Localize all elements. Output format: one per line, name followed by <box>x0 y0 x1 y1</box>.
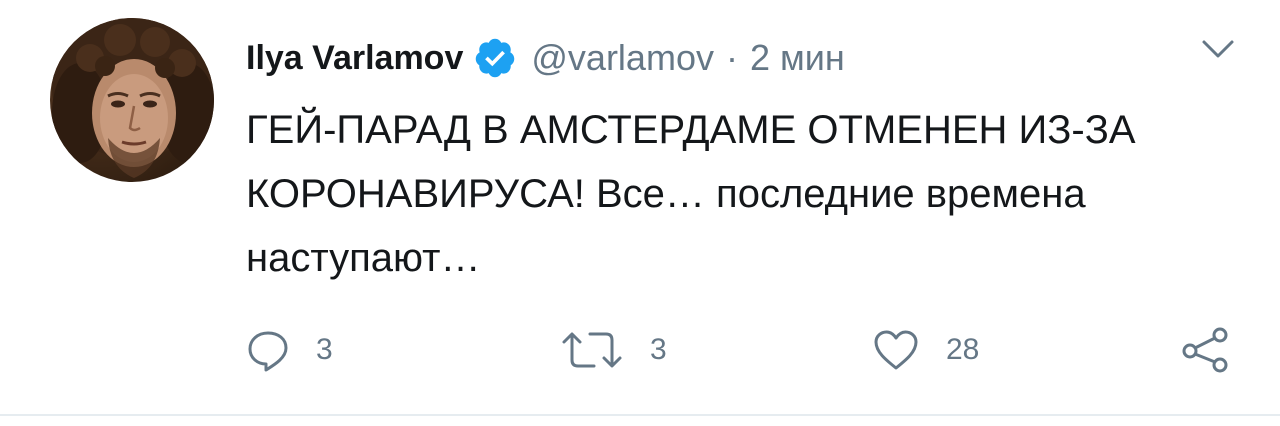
retweet-button[interactable]: 3 <box>560 320 667 380</box>
like-count: 28 <box>946 333 980 366</box>
author-handle[interactable]: @varlamov <box>531 37 714 79</box>
tweet-card[interactable]: Ilya Varlamov @varlamov · 2 мин ГЕЙ-ПАРА… <box>0 0 1280 426</box>
chevron-down-icon[interactable] <box>1198 34 1238 64</box>
author-name[interactable]: Ilya Varlamov <box>246 39 463 78</box>
reply-count: 3 <box>316 333 333 366</box>
tweet-divider <box>0 414 1280 416</box>
avatar-photo-icon <box>52 18 214 178</box>
avatar[interactable] <box>50 18 214 182</box>
heart-icon <box>872 328 920 372</box>
separator-dot: · <box>725 37 738 78</box>
like-button[interactable]: 28 <box>872 320 979 380</box>
reply-button[interactable]: 3 <box>246 320 333 380</box>
tweet-header: Ilya Varlamov @varlamov · 2 мин <box>246 30 845 86</box>
tweet-text: ГЕЙ-ПАРАД В АМСТЕРДАМЕ ОТМЕНЕН ИЗ-ЗА КОР… <box>246 108 1136 280</box>
share-icon <box>1180 325 1232 375</box>
reply-icon <box>246 328 290 372</box>
retweet-count: 3 <box>650 333 667 366</box>
retweet-icon <box>560 328 624 372</box>
share-button[interactable] <box>1180 320 1232 380</box>
verified-badge-icon <box>473 36 517 80</box>
tweet-timestamp[interactable]: 2 мин <box>750 37 845 79</box>
